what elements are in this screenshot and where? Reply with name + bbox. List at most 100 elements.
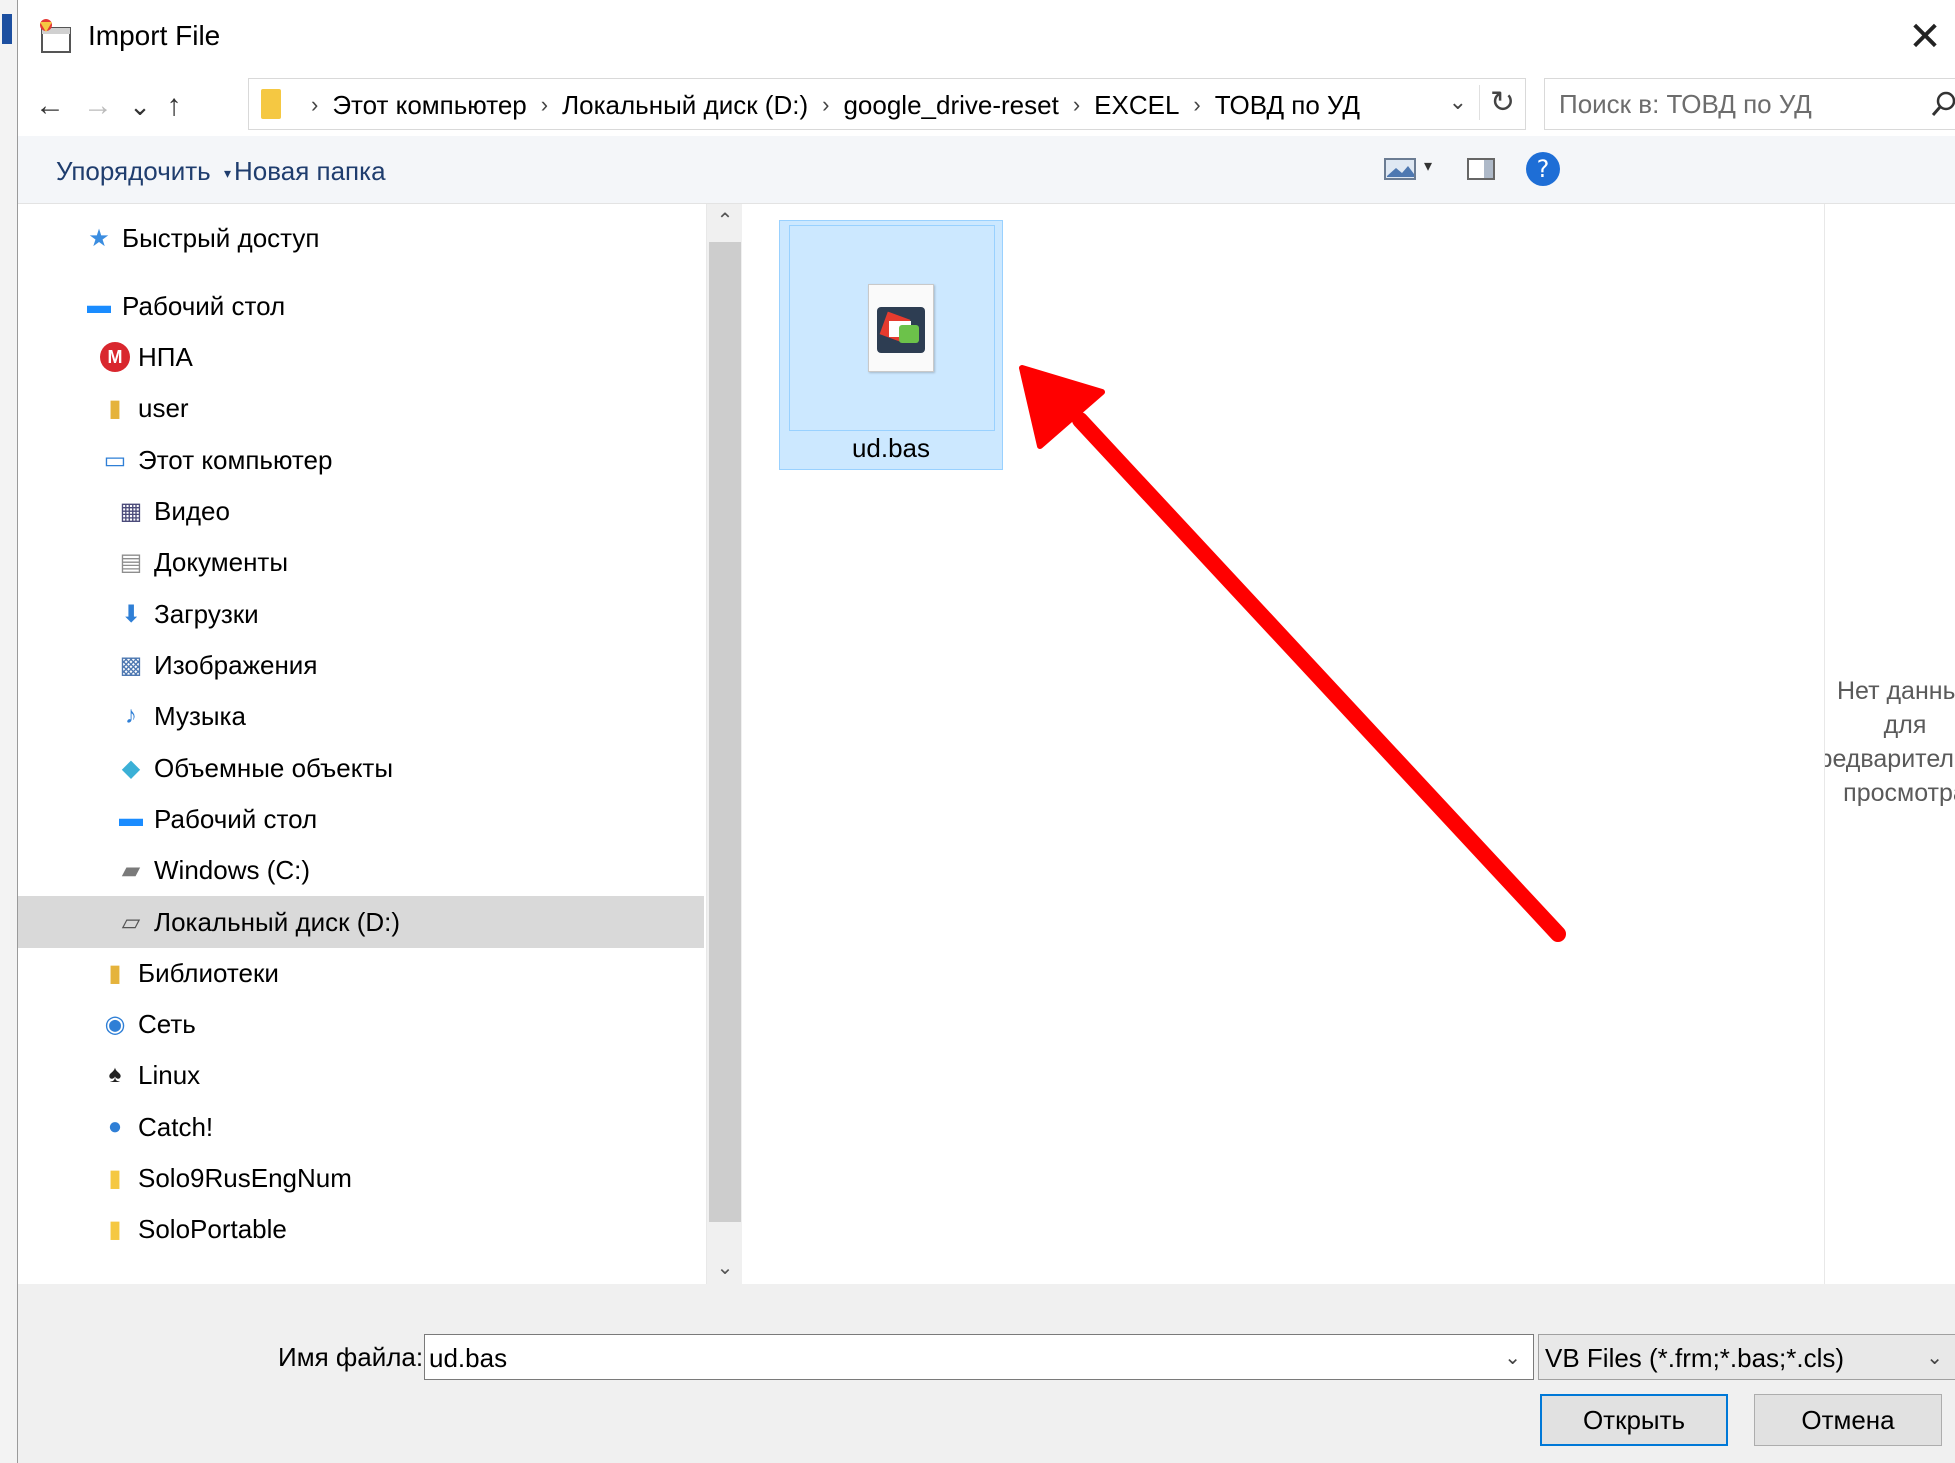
scroll-down-icon[interactable]: ⌄ <box>707 1255 743 1280</box>
folder-icon: ▮ <box>108 1164 122 1192</box>
tree-item-label: Музыка <box>154 700 246 731</box>
cancel-button[interactable]: Отмена <box>1754 1394 1942 1446</box>
search-input[interactable]: Поиск в: ТОВД по УД <box>1544 78 1955 130</box>
tree-item[interactable]: ▬ Рабочий стол <box>18 280 704 332</box>
music-icon: ♪ <box>125 702 137 729</box>
breadcrumb-separator[interactable]: › <box>1193 92 1200 118</box>
file-item-ud-bas[interactable]: ud.bas <box>779 220 1003 470</box>
tree-item[interactable]: ● Catch! <box>18 1101 704 1153</box>
breadcrumb-item[interactable]: ТОВД по УД <box>1215 90 1360 121</box>
user-folder-icon: ▮ <box>108 394 122 422</box>
scroll-up-icon[interactable]: ⌃ <box>707 208 743 233</box>
tree-item[interactable]: ▰ Windows (C:) <box>18 844 704 896</box>
tree-item[interactable]: ◉ Сеть <box>18 998 704 1050</box>
tree-item[interactable]: ♪ Музыка <box>18 690 704 742</box>
tree-item[interactable]: ▮ Solo9RusEngNum <box>18 1152 704 1204</box>
background-window-edge <box>0 0 18 1463</box>
tree-item[interactable]: ▦ Видео <box>18 485 704 537</box>
tree-item-label: Загрузки <box>154 598 259 629</box>
view-mode-icon[interactable] <box>1384 154 1416 184</box>
organize-menu-button[interactable]: Упорядочить ▾ <box>56 156 231 187</box>
tree-item-label: Linux <box>138 1059 201 1090</box>
preview-line: для <box>1883 711 1927 739</box>
breadcrumb-separator[interactable]: › <box>1073 92 1080 118</box>
tree-item-label: Быстрый доступ <box>122 222 320 253</box>
chevron-down-icon[interactable]: ⌄ <box>1926 1345 1943 1370</box>
3d-objects-icon: ◆ <box>121 754 141 782</box>
breadcrumb-separator[interactable]: › <box>311 92 318 118</box>
back-button[interactable]: ← <box>30 86 70 126</box>
libraries-icon: ▮ <box>108 959 122 987</box>
tree-item-label: Solo9RusEngNum <box>138 1162 352 1193</box>
tree-scrollbar[interactable]: ⌃ ⌄ <box>706 204 742 1284</box>
tree-item[interactable]: ▱ Локальный диск (D:) <box>18 896 704 948</box>
breadcrumb: › Этот компьютер › Локальный диск (D:) ›… <box>297 79 1360 131</box>
preview-pane-icon[interactable] <box>1466 154 1496 184</box>
help-icon[interactable]: ? <box>1524 150 1562 188</box>
tree-item[interactable]: ⬇ Загрузки <box>18 588 704 640</box>
tree-item[interactable]: ▤ Документы <box>18 536 704 588</box>
new-folder-button[interactable]: Новая папка <box>234 156 386 187</box>
desktop-icon: ▬ <box>119 805 143 832</box>
tree-item[interactable]: ▭ Этот компьютер <box>18 434 704 486</box>
close-button[interactable]: ✕ <box>1895 8 1955 66</box>
tree-item[interactable]: ◆ Объемные объекты <box>18 742 704 794</box>
no-preview-message: Нет данных для предварительного просмотр… <box>1825 674 1955 810</box>
preview-line: просмотра <box>1843 779 1955 807</box>
tree-item[interactable]: ♠ Linux <box>18 1049 704 1101</box>
breadcrumb-item[interactable]: Локальный диск (D:) <box>562 90 808 121</box>
refresh-icon[interactable]: ↻ <box>1478 85 1515 120</box>
tree-item[interactable]: ★ Быстрый доступ <box>18 212 704 264</box>
file-thumbnail-frame <box>789 225 995 431</box>
tree-item[interactable]: M НПА <box>18 331 704 383</box>
preview-line: предварительного <box>1825 745 1955 773</box>
tree-item-label: Локальный диск (D:) <box>154 906 401 937</box>
filename-input[interactable]: ud.bas ⌄ <box>424 1334 1534 1380</box>
filename-label: Имя файла: <box>278 1342 424 1372</box>
folder-icon <box>261 89 281 119</box>
up-button[interactable]: ↑ <box>154 86 194 126</box>
breadcrumb-item[interactable]: EXCEL <box>1094 90 1179 121</box>
tree-item-label: Изображения <box>154 649 318 680</box>
view-options-chevron-icon[interactable]: ▾ <box>1424 156 1432 176</box>
import-file-icon <box>40 19 71 53</box>
catch-icon: ● <box>107 1113 123 1140</box>
breadcrumb-separator[interactable]: › <box>541 92 548 118</box>
chevron-down-icon: ▾ <box>223 164 231 181</box>
breadcrumb-item[interactable]: Этот компьютер <box>332 90 526 121</box>
downloads-icon: ⬇ <box>120 600 142 628</box>
window-title: Import File <box>88 20 221 51</box>
address-dropdown-icon[interactable]: ⌄ <box>1449 89 1467 115</box>
breadcrumb-item[interactable]: google_drive-reset <box>843 90 1058 121</box>
linux-icon: ♠ <box>108 1061 122 1088</box>
search-icon[interactable] <box>1929 89 1955 119</box>
file-type-select[interactable]: VB Files (*.frm;*.bas;*.cls) ⌄ <box>1538 1334 1955 1380</box>
breadcrumb-separator[interactable]: › <box>822 92 829 118</box>
tree-item-label: SoloPortable <box>138 1213 287 1244</box>
preview-line: Нет данных <box>1836 677 1955 705</box>
tree-item-label: Объемные объекты <box>154 752 394 783</box>
toolbar: Упорядочить ▾ Новая папка ▾ ? <box>18 136 1955 204</box>
tree-item[interactable]: ▮ SoloPortable <box>18 1203 704 1255</box>
computer-icon: ▭ <box>103 446 127 474</box>
network-icon: ◉ <box>104 1010 126 1038</box>
title-bar: Import File ✕ <box>18 0 1955 74</box>
scrollbar-thumb[interactable] <box>709 242 741 1222</box>
chevron-down-icon[interactable]: ⌄ <box>1504 1345 1521 1370</box>
file-type-value: VB Files (*.frm;*.bas;*.cls) <box>1545 1343 1845 1373</box>
star-icon: ★ <box>88 224 110 252</box>
open-button[interactable]: Открыть <box>1540 1394 1728 1446</box>
file-list: ud.bas <box>744 204 1824 1284</box>
folder-icon: ▮ <box>108 1215 122 1243</box>
preview-pane: Нет данных для предварительного просмотр… <box>1824 204 1955 1284</box>
bas-file-icon <box>868 284 934 372</box>
forward-button[interactable]: → <box>78 86 118 126</box>
tree-item[interactable]: ▩ Изображения <box>18 639 704 691</box>
address-bar[interactable]: › Этот компьютер › Локальный диск (D:) ›… <box>248 78 1526 130</box>
tree-item-label: Рабочий стол <box>122 290 286 321</box>
tree-item[interactable]: ▬ Рабочий стол <box>18 793 704 845</box>
tree-item[interactable]: ▮ user <box>18 382 704 434</box>
tree-item[interactable]: ▮ Библиотеки <box>18 947 704 999</box>
tree-item-label: Сеть <box>138 1008 196 1039</box>
tree-item-label: Этот компьютер <box>138 444 333 475</box>
